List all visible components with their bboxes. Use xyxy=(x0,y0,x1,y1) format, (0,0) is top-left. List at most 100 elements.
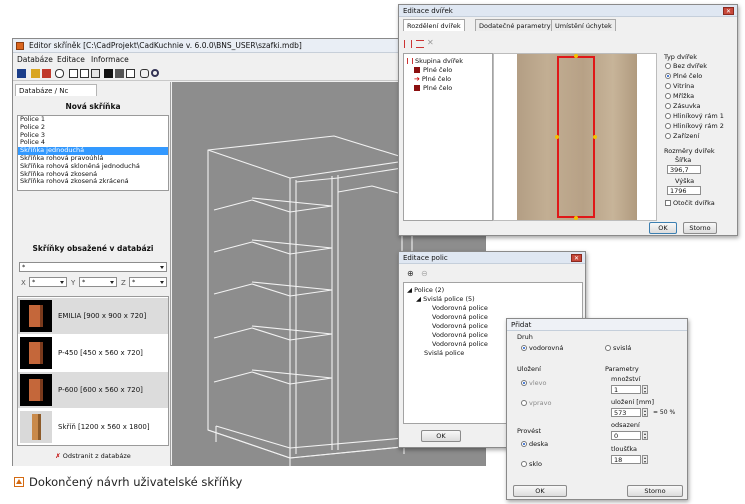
list-item[interactable]: Skříňka rohová zkosená zkrácená xyxy=(18,178,168,186)
radio-icon xyxy=(521,461,527,467)
zoom-icon[interactable] xyxy=(151,69,159,77)
add-shelf-icon[interactable]: ⊕ xyxy=(407,269,414,278)
tree-item-label: Plné čelo xyxy=(423,66,453,74)
z-value: * xyxy=(132,278,136,286)
tree-item-shelf[interactable]: Vodorovná police xyxy=(432,331,488,339)
page-icon[interactable] xyxy=(91,69,100,78)
door-preview[interactable] xyxy=(493,53,657,221)
new-cabinet-list: Police 1 Police 2 Police 3 Police 4 Skří… xyxy=(17,115,169,191)
quantity-field[interactable]: 1 xyxy=(611,385,641,394)
view-shaded-icon[interactable] xyxy=(115,69,124,78)
type-radio[interactable]: Hliníkový rám 2 xyxy=(665,122,724,130)
quantity-stepper[interactable] xyxy=(642,385,648,394)
link-icon[interactable] xyxy=(140,69,149,78)
remove-shelf-icon[interactable]: ⊖ xyxy=(421,269,428,278)
menu-info[interactable]: Informace xyxy=(91,54,129,66)
cabinet-row[interactable]: P-600 [600 x 560 x 720] xyxy=(18,372,168,408)
thickness-field[interactable]: 18 xyxy=(611,455,641,464)
type-radio[interactable]: Zařízení xyxy=(665,132,699,140)
view-wire-icon[interactable] xyxy=(126,69,135,78)
cabinet-row[interactable]: P-450 [450 x 560 x 720] xyxy=(18,335,168,371)
open-icon[interactable] xyxy=(31,69,40,78)
y-combo[interactable]: * xyxy=(79,277,117,287)
cancel-button[interactable]: Storno xyxy=(683,222,717,234)
ok-button[interactable]: OK xyxy=(513,485,567,497)
handle-dot[interactable] xyxy=(574,54,578,58)
door-icon xyxy=(414,85,420,91)
ok-button[interactable]: OK xyxy=(421,430,461,442)
figure-caption: Dokončený návrh uživatelské skříňky xyxy=(14,475,242,489)
tree-item-shelf[interactable]: Vodorovná police xyxy=(432,313,488,321)
type-radio-selected[interactable]: Plné čelo xyxy=(665,72,702,80)
height-field[interactable]: 1796 xyxy=(667,186,701,195)
close-icon[interactable]: ✕ xyxy=(723,7,734,15)
split-horizontal-icon[interactable] xyxy=(416,40,424,48)
place-right-radio[interactable]: vpravo xyxy=(521,399,551,407)
tree-item-shelf[interactable]: Vodorovná police xyxy=(432,322,488,330)
cancel-button[interactable]: Storno xyxy=(627,485,683,497)
filter-combo[interactable]: * xyxy=(19,262,167,272)
kind-vertical-radio[interactable]: svislá xyxy=(605,344,631,352)
tree-item-shelf[interactable]: Vodorovná police xyxy=(432,304,488,312)
offset-field[interactable]: 0 xyxy=(611,431,641,440)
tree-item-door-selected[interactable]: ➔ Plné čelo xyxy=(414,75,451,83)
tree-item-vertical-group[interactable]: ◢ Svislá police (5) xyxy=(416,295,475,303)
tab-extra-params[interactable]: Dodatečné parametry xyxy=(475,19,555,31)
tree-item-door[interactable]: Plné čelo xyxy=(414,66,452,74)
place-left-radio[interactable]: vlevo xyxy=(521,379,546,387)
tree-item-label: Svislá police (5) xyxy=(423,295,475,303)
tree-item-door[interactable]: Plné čelo xyxy=(414,84,452,92)
tree-item-shelves[interactable]: ◢ Police (2) xyxy=(407,286,444,294)
paste-icon[interactable] xyxy=(80,69,89,78)
handle-dot[interactable] xyxy=(555,135,559,139)
tree-item-vertical-shelf[interactable]: Svislá police xyxy=(424,349,464,357)
type-radio[interactable]: Hliníkový rám 1 xyxy=(665,112,724,120)
view-solid-icon[interactable] xyxy=(104,69,113,78)
menu-database[interactable]: Databáze xyxy=(17,54,53,66)
params-heading: Parametry xyxy=(605,365,639,373)
design-board-radio[interactable]: deska xyxy=(521,440,548,448)
offset-stepper[interactable] xyxy=(642,431,648,440)
delete-split-icon[interactable]: ✕ xyxy=(427,38,434,47)
tab-handle-placement[interactable]: Umístění úchytek xyxy=(551,19,616,31)
tab-door-split[interactable]: Rozdělení dvířek xyxy=(403,19,465,31)
chevron-down-icon xyxy=(110,281,114,284)
cabinet-thumbnail xyxy=(20,337,52,369)
close-icon[interactable]: ✕ xyxy=(571,254,582,262)
tree-item-label: Vodorovná police xyxy=(432,340,488,348)
cabinet-label: P-450 [450 x 560 x 720] xyxy=(58,349,143,357)
design-glass-radio[interactable]: sklo xyxy=(521,460,542,468)
cabinet-row[interactable]: Skříň [1200 x 560 x 1800] xyxy=(18,409,168,445)
ok-button[interactable]: OK xyxy=(649,222,677,234)
radio-icon xyxy=(665,83,671,89)
x-combo[interactable]: * xyxy=(29,277,67,287)
print-icon[interactable] xyxy=(42,69,51,78)
type-label: Bez dvířek xyxy=(673,62,708,70)
copy-icon[interactable] xyxy=(69,69,78,78)
z-combo[interactable]: * xyxy=(129,277,167,287)
position-field[interactable]: 573 xyxy=(611,408,641,417)
save-icon[interactable] xyxy=(17,69,26,78)
split-vertical-icon[interactable] xyxy=(404,40,412,48)
position-stepper[interactable] xyxy=(642,408,648,417)
type-radio[interactable]: Zásuvka xyxy=(665,102,700,110)
arrow-right-icon: ➔ xyxy=(414,75,420,83)
undo-icon[interactable] xyxy=(55,69,64,78)
position-percent: = 50 % xyxy=(653,409,676,416)
tree-item-shelf[interactable]: Vodorovná police xyxy=(432,340,488,348)
cabinet-row[interactable]: EMILIA [900 x 900 x 720] xyxy=(18,298,168,334)
remove-from-database-button[interactable]: ✗ Odstranit z databáze xyxy=(17,448,169,464)
tree-item-group[interactable]: Skupina dvířek xyxy=(407,57,463,65)
kind-horizontal-label: vodorovná xyxy=(529,344,564,352)
type-radio[interactable]: Mřížka xyxy=(665,92,694,100)
kind-horizontal-radio[interactable]: vodorovná xyxy=(521,344,563,352)
thickness-stepper[interactable] xyxy=(642,455,648,464)
menu-edit[interactable]: Editace xyxy=(57,54,85,66)
width-field[interactable]: 396,7 xyxy=(667,165,701,174)
type-radio[interactable]: Vitrína xyxy=(665,82,694,90)
handle-dot[interactable] xyxy=(574,216,578,220)
tab-database[interactable]: Databáze / Nc xyxy=(15,84,97,96)
handle-dot[interactable] xyxy=(593,135,597,139)
rotate-door-checkbox[interactable]: Otočit dvířka xyxy=(665,199,715,207)
type-radio[interactable]: Bez dvířek xyxy=(665,62,707,70)
